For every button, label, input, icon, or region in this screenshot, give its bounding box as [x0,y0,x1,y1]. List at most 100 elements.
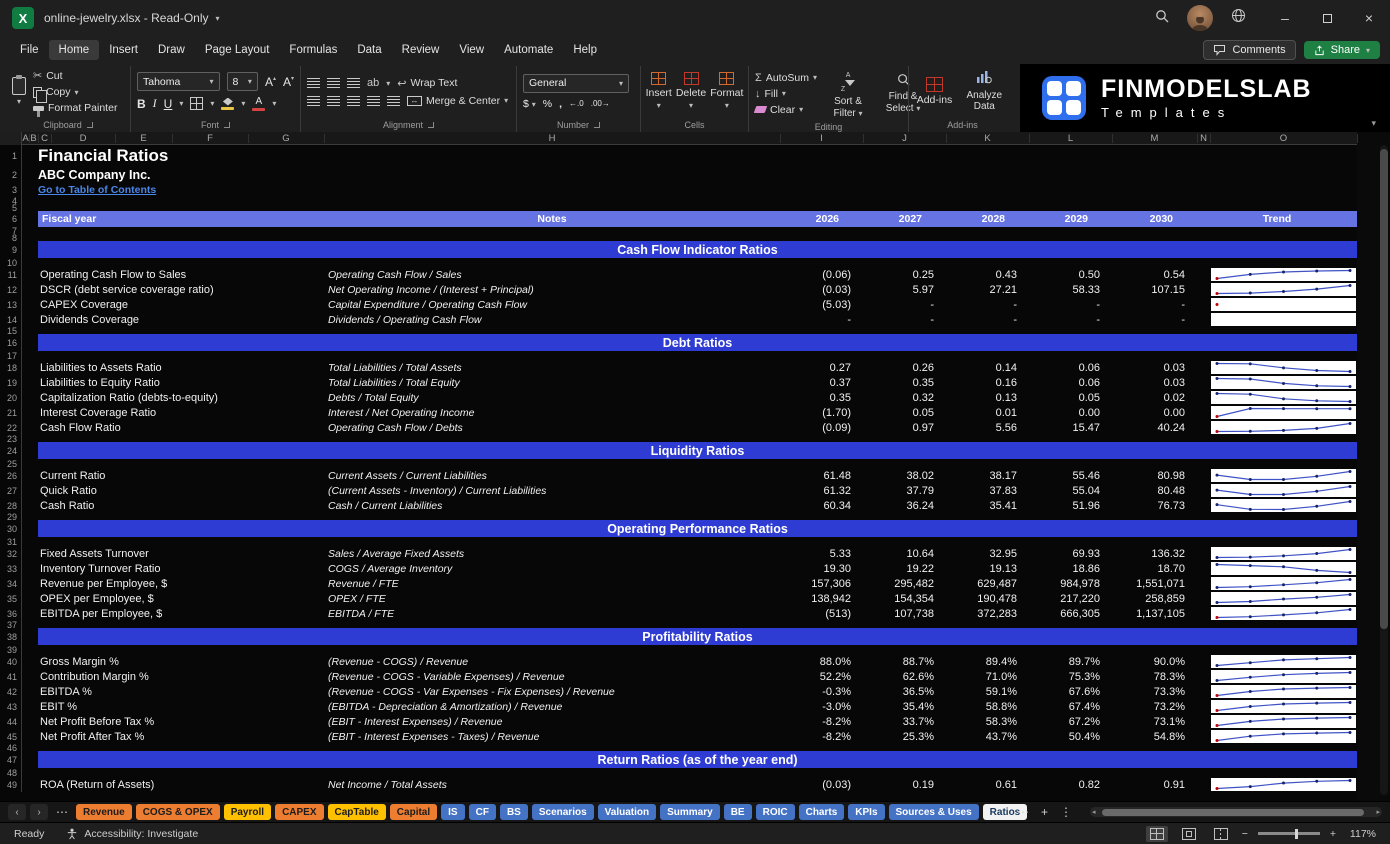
ratio-name-cell[interactable]: Net Profit Before Tax % [38,714,324,729]
ratio-name-cell[interactable]: Liabilities to Assets Ratio [38,360,324,375]
italic-button[interactable]: I [153,96,157,111]
value-cell[interactable]: 372,283 [946,606,1029,621]
row-header-26[interactable]: 26 [0,468,22,483]
value-cell[interactable]: (0.03) [780,777,863,792]
row-header-49[interactable]: 49 [0,777,22,792]
sheet-tab-scenarios[interactable]: Scenarios [532,804,594,820]
column-header-e[interactable]: E [140,132,146,145]
value-cell[interactable]: 190,478 [946,591,1029,606]
share-button[interactable]: Share ▾ [1304,41,1380,59]
value-cell[interactable]: - [1112,297,1197,312]
header-trend[interactable]: Trend [1197,211,1357,227]
row-header-32[interactable]: 32 [0,546,22,561]
value-cell[interactable]: 61.48 [780,468,863,483]
network-icon[interactable] [1231,8,1246,28]
decrease-font-icon[interactable]: A▾ [283,75,294,89]
value-cell[interactable]: (0.03) [780,282,863,297]
trend-cell[interactable] [1210,498,1357,513]
sheet-tab-cf[interactable]: CF [469,804,496,820]
ratio-name-cell[interactable]: EBITDA % [38,684,324,699]
maximize-button[interactable] [1306,0,1348,36]
trend-cell[interactable] [1210,405,1357,420]
value-cell[interactable]: 43.7% [946,729,1029,744]
company-name-cell[interactable]: ABC Company Inc. [38,167,151,183]
section-header-return-ratios-as-of-the-year-end[interactable]: Return Ratios (as of the year end) [38,751,1357,768]
ratio-name-cell[interactable]: EBITDA per Employee, $ [38,606,324,621]
font-color-button[interactable]: A [252,96,265,111]
value-cell[interactable]: (513) [780,606,863,621]
ratio-name-cell[interactable]: Contribution Margin % [38,669,324,684]
trend-cell[interactable] [1210,267,1357,282]
trend-cell[interactable] [1210,297,1357,312]
value-cell[interactable]: 1,551,071 [1112,576,1197,591]
header-fiscal-year[interactable]: Fiscal year [38,211,324,227]
account-avatar[interactable] [1187,5,1213,31]
align-middle-icon[interactable] [327,78,340,88]
column-header-m[interactable]: M [1151,132,1159,145]
ratio-note-cell[interactable]: (Revenue - COGS - Var Expenses - Fix Exp… [324,684,780,699]
menu-tab-data[interactable]: Data [347,40,391,60]
value-cell[interactable]: 33.7% [863,714,946,729]
value-cell[interactable]: 136.32 [1112,546,1197,561]
row-header-38[interactable]: 38 [0,628,22,645]
sort-filter-button[interactable]: AZ Sort & Filter ▾ [824,68,872,119]
row-header-44[interactable]: 44 [0,714,22,729]
ratio-name-cell[interactable]: Gross Margin % [38,654,324,669]
value-cell[interactable]: 32.95 [946,546,1029,561]
value-cell[interactable]: 76.73 [1112,498,1197,513]
value-cell[interactable]: - [1112,312,1197,327]
value-cell[interactable]: 36.24 [863,498,946,513]
comments-button[interactable]: Comments [1203,40,1295,60]
row-header-33[interactable]: 33 [0,561,22,576]
chevron-down-icon[interactable]: ▾ [216,14,220,23]
row-header-5[interactable]: 5 [0,204,22,211]
ratio-note-cell[interactable]: EBITDA / FTE [324,606,780,621]
value-cell[interactable]: 0.19 [863,777,946,792]
ratio-name-cell[interactable]: DSCR (debt service coverage ratio) [38,282,324,297]
horizontal-scrollbar-thumb[interactable] [1102,809,1364,816]
vertical-scrollbar[interactable] [1380,145,1388,795]
value-cell[interactable]: - [863,297,946,312]
page-break-view-button[interactable] [1210,826,1232,842]
ratio-name-cell[interactable]: Operating Cash Flow to Sales [38,267,324,282]
sheet-tab-payroll[interactable]: Payroll [224,804,271,820]
ratio-note-cell[interactable]: Total Liabilities / Total Equity [324,375,780,390]
add-sheet-button[interactable]: + [1037,805,1052,819]
zoom-slider-thumb[interactable] [1295,829,1298,839]
sheet-tab-revenue[interactable]: Revenue [76,804,132,820]
value-cell[interactable]: 58.3% [946,714,1029,729]
ratio-note-cell[interactable]: (Revenue - COGS) / Revenue [324,654,780,669]
ratio-note-cell[interactable]: (Current Assets - Inventory) / Current L… [324,483,780,498]
trend-cell[interactable] [1210,729,1357,744]
ratio-note-cell[interactable]: Debts / Total Equity [324,390,780,405]
menu-tab-insert[interactable]: Insert [99,40,148,60]
row-header-48[interactable]: 48 [0,768,22,777]
cut-button[interactable]: ✂Cut [33,69,117,82]
ratio-note-cell[interactable]: (EBIT - Interest Expenses) / Revenue [324,714,780,729]
sheet-title-cell[interactable]: Financial Ratios [38,145,168,167]
trend-cell[interactable] [1210,360,1357,375]
ratio-name-cell[interactable]: Cash Ratio [38,498,324,513]
ratio-note-cell[interactable]: (EBITDA - Depreciation & Amortization) /… [324,699,780,714]
accessibility-status[interactable]: Accessibility: Investigate [66,828,198,840]
value-cell[interactable]: 25.3% [863,729,946,744]
value-cell[interactable]: 984,978 [1029,576,1112,591]
row-header-43[interactable]: 43 [0,699,22,714]
value-cell[interactable]: 51.96 [1029,498,1112,513]
row-header-25[interactable]: 25 [0,459,22,468]
value-cell[interactable]: 0.05 [1029,390,1112,405]
value-cell[interactable]: 0.14 [946,360,1029,375]
value-cell[interactable]: 0.37 [780,375,863,390]
trend-cell[interactable] [1210,390,1357,405]
dialog-launcher-icon[interactable] [224,122,230,128]
trend-cell[interactable] [1210,282,1357,297]
sheet-tab-bs[interactable]: BS [500,804,528,820]
ratio-name-cell[interactable]: Inventory Turnover Ratio [38,561,324,576]
value-cell[interactable]: 52.2% [780,669,863,684]
select-all-corner[interactable] [0,132,22,145]
value-cell[interactable]: 0.61 [946,777,1029,792]
column-header-j[interactable]: J [902,132,907,145]
value-cell[interactable]: 62.6% [863,669,946,684]
menu-tab-automate[interactable]: Automate [494,40,563,60]
value-cell[interactable]: 78.3% [1112,669,1197,684]
